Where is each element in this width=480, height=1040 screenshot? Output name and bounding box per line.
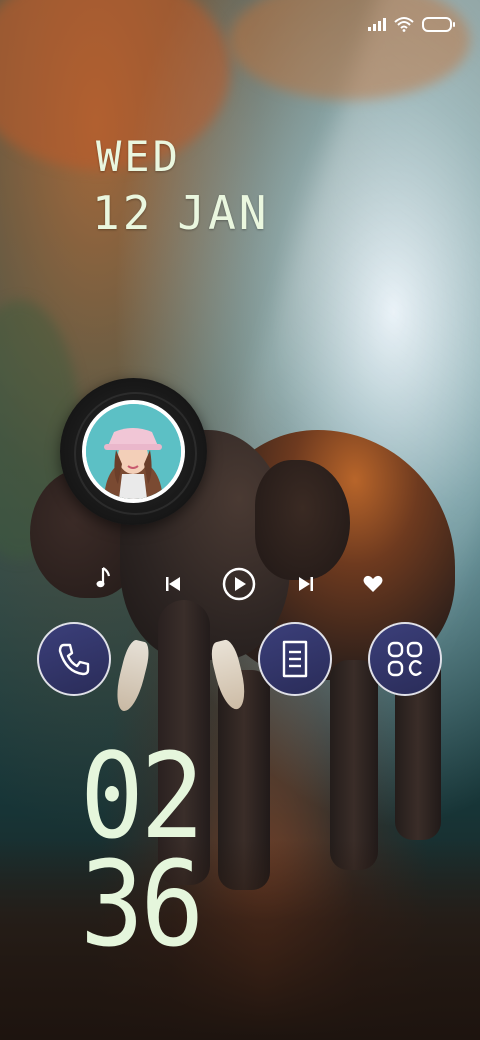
elephant-tusk	[111, 638, 153, 714]
elephant-ear	[255, 460, 350, 580]
month: JAN	[177, 186, 270, 240]
apps-grid-button[interactable]	[368, 622, 442, 696]
previous-icon[interactable]	[165, 576, 181, 592]
ground	[0, 840, 480, 1040]
date-widget: WED 12 JAN	[92, 133, 269, 241]
play-button[interactable]	[222, 567, 256, 601]
day-of-week: WED	[96, 132, 181, 181]
next-icon[interactable]	[298, 576, 314, 592]
album-art-image	[86, 404, 181, 499]
play-icon	[222, 567, 256, 601]
day-number: 12	[92, 186, 154, 240]
battery-icon	[422, 16, 455, 32]
signal-icon	[368, 17, 386, 31]
heart-icon[interactable]	[363, 575, 383, 593]
notes-app-button[interactable]	[258, 622, 332, 696]
notes-icon	[282, 640, 308, 678]
phone-app-button[interactable]	[37, 622, 111, 696]
clock-hours: 02	[80, 727, 204, 865]
apps-grid-icon	[387, 641, 423, 677]
clock-widget: 02 36	[80, 727, 204, 973]
wifi-icon	[394, 17, 414, 32]
clock-minutes: 36	[80, 835, 204, 973]
music-note-icon[interactable]	[96, 566, 114, 590]
album-art	[82, 400, 185, 503]
music-disc[interactable]	[60, 378, 207, 525]
status-bar	[368, 16, 455, 32]
elephant-leg	[330, 660, 378, 870]
phone-icon	[58, 643, 90, 676]
